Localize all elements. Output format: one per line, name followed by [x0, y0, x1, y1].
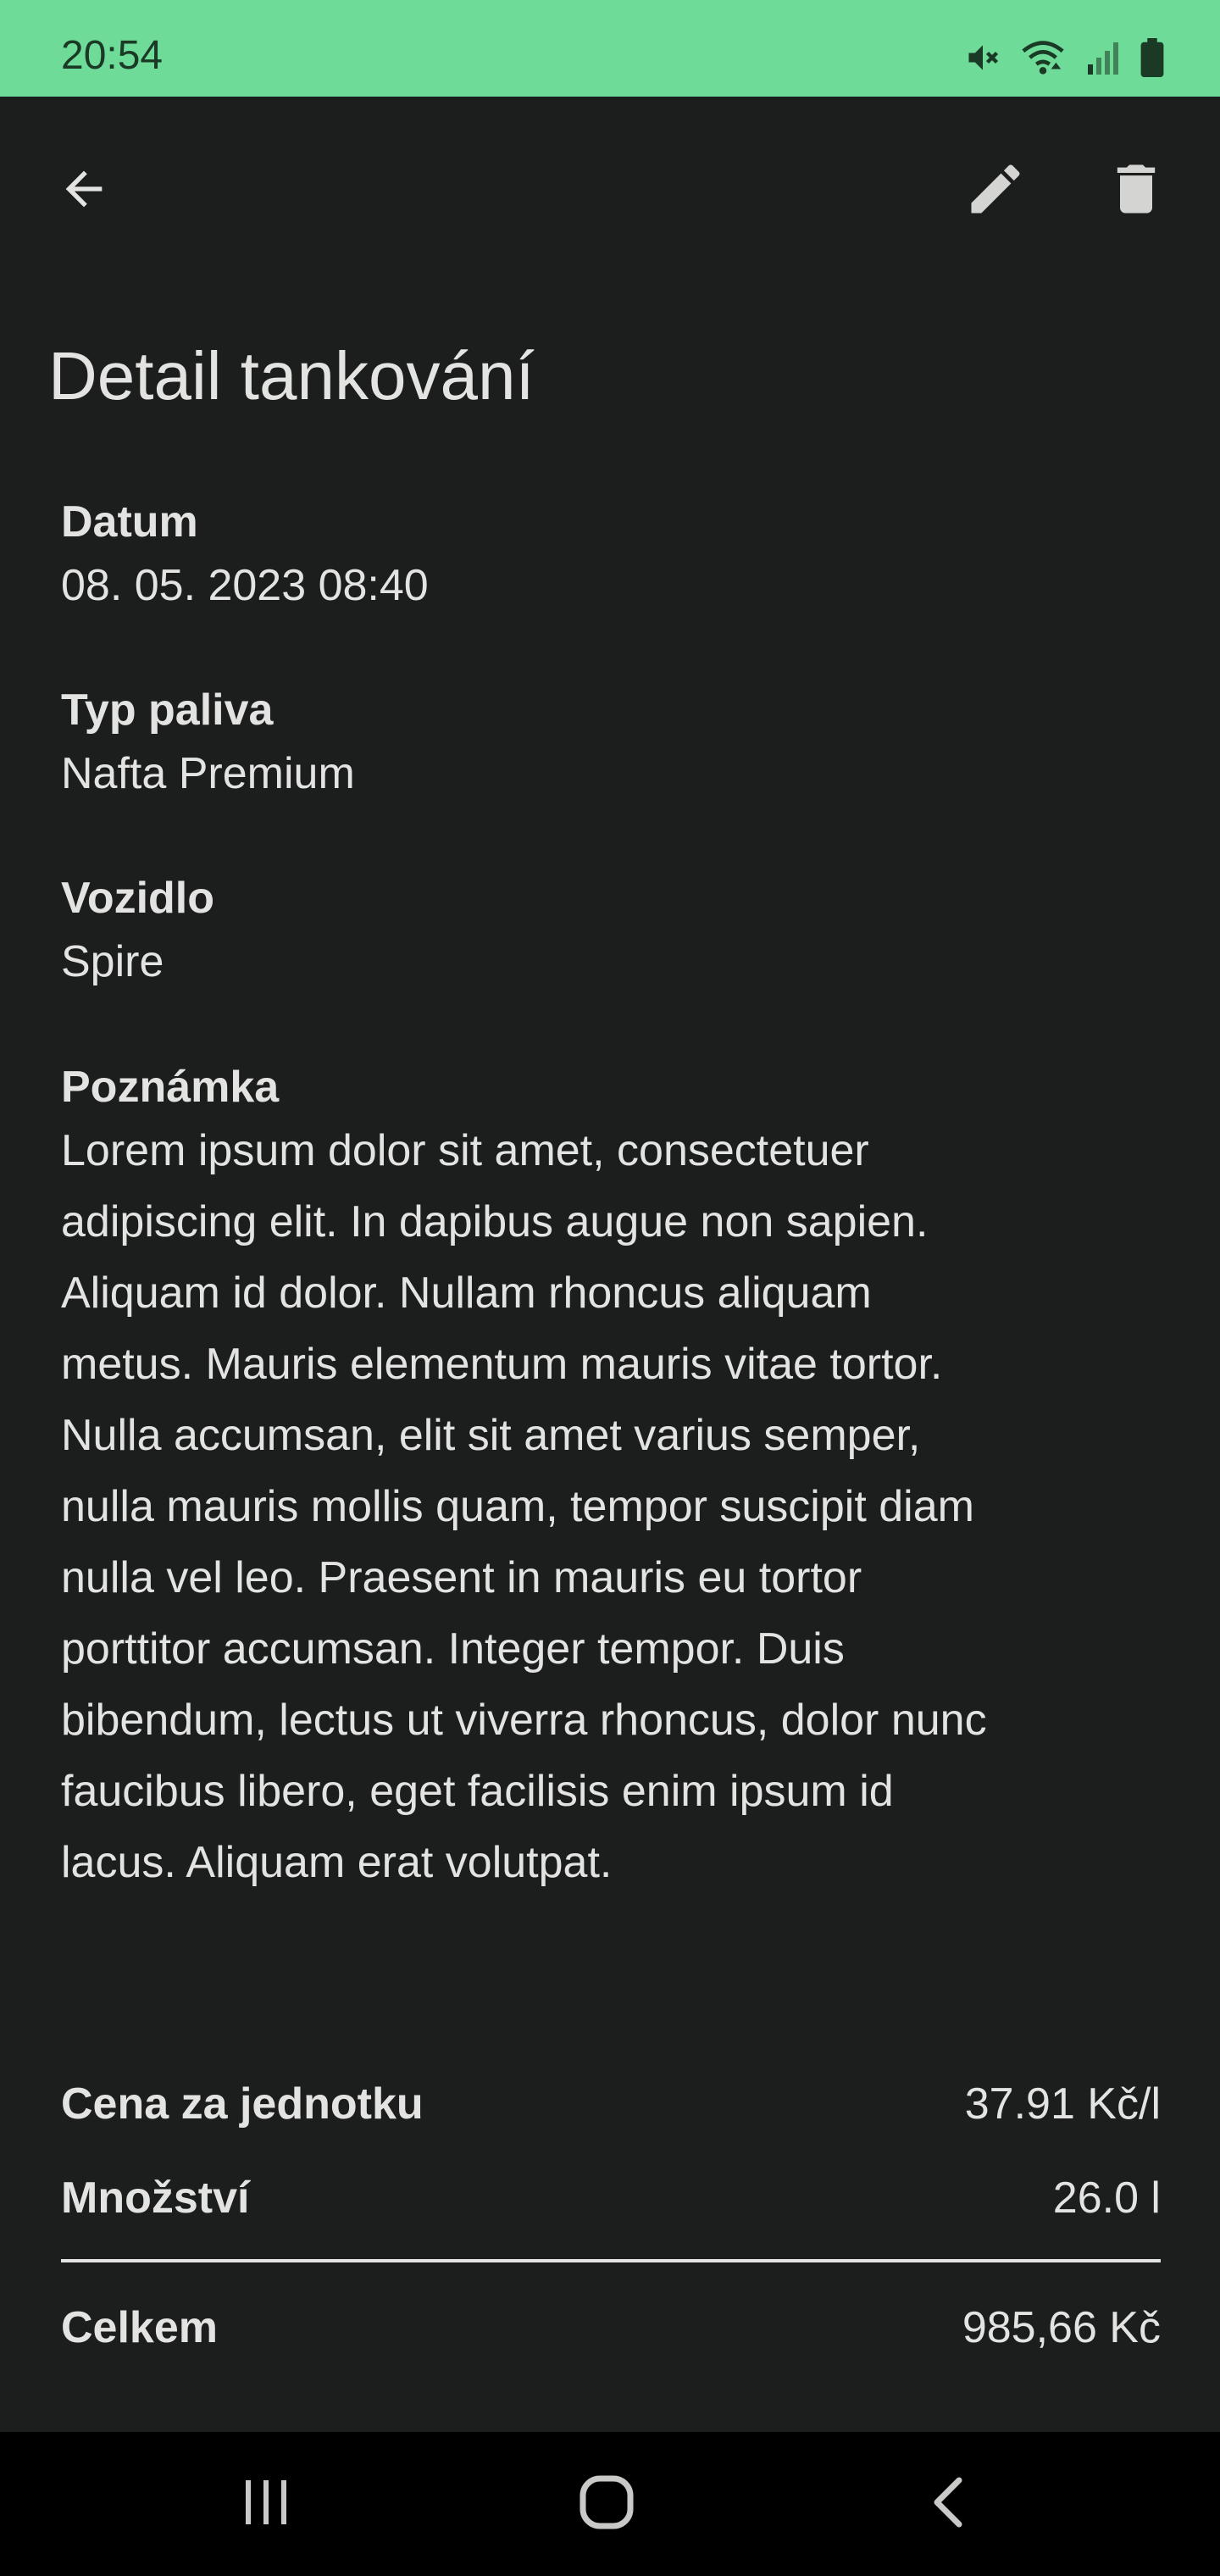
home-button[interactable]	[539, 2457, 674, 2551]
back-button[interactable]	[37, 144, 130, 237]
unit-price-value: 37.91 Kč/l	[964, 2079, 1161, 2129]
summary-divider	[61, 2259, 1161, 2262]
note-line: Aliquam id dolor. Nullam rhoncus aliquam	[61, 1269, 872, 1318]
vehicle-field: Vozidlo Spire	[61, 870, 1162, 997]
note-text: Lorem ipsum dolor sit amet, consectetuer…	[61, 1115, 1162, 1898]
delete-button[interactable]	[1090, 144, 1183, 237]
note-line: porttitor accumsan. Integer tempor. Duis	[61, 1624, 845, 1674]
back-icon	[929, 2475, 966, 2534]
home-icon	[579, 2474, 635, 2534]
status-bar: 20:54	[0, 0, 1220, 97]
wifi-icon	[1020, 39, 1066, 76]
note-line: Nulla accumsan, elit sit amet varius sem…	[61, 1411, 921, 1460]
note-line: lacus. Aliquam erat volutpat.	[61, 1838, 613, 1887]
fuel-type-value: Nafta Premium	[61, 749, 355, 798]
battery-icon	[1140, 38, 1164, 77]
note-line: nulla mauris mollis quam, tempor suscipi…	[61, 1482, 974, 1531]
quantity-label: Množství	[61, 2174, 250, 2223]
date-label: Datum	[61, 497, 198, 547]
date-field: Datum 08. 05. 2023 08:40	[61, 494, 1162, 621]
note-label: Poznámka	[61, 1063, 280, 1112]
unit-price-row: Cena za jednotku 37.91 Kč/l	[61, 2074, 1161, 2134]
edit-icon	[963, 157, 1028, 225]
recent-apps-button[interactable]	[198, 2457, 334, 2551]
note-line: faucibus libero, eget facilisis enim ips…	[61, 1767, 894, 1816]
signal-icon	[1084, 39, 1122, 76]
total-label: Celkem	[61, 2303, 218, 2352]
quantity-value: 26.0 l	[1052, 2174, 1161, 2223]
edit-button[interactable]	[949, 144, 1042, 237]
date-value: 08. 05. 2023 08:40	[61, 561, 429, 610]
note-line: metus. Mauris elementum mauris vitae tor…	[61, 1340, 943, 1389]
arrow-back-icon	[57, 162, 111, 220]
fuel-type-field: Typ paliva Nafta Premium	[61, 682, 1162, 809]
note-line: Lorem ipsum dolor sit amet, consectetuer	[61, 1126, 869, 1175]
note-field: Poznámka Lorem ipsum dolor sit amet, con…	[61, 1059, 1162, 1898]
system-back-button[interactable]	[879, 2457, 1015, 2551]
vehicle-label: Vozidlo	[61, 874, 215, 923]
page-title: Detail tankování	[48, 337, 535, 414]
mute-icon	[964, 39, 1001, 76]
fuel-type-label: Typ paliva	[61, 686, 274, 735]
vehicle-value: Spire	[61, 937, 164, 986]
note-line: bibendum, lectus ut viverra rhoncus, dol…	[61, 1696, 987, 1745]
note-line: nulla vel leo. Praesent in mauris eu tor…	[61, 1553, 862, 1602]
quantity-row: Množství 26.0 l	[61, 2168, 1161, 2228]
total-value: 985,66 Kč	[962, 2303, 1161, 2352]
status-time: 20:54	[61, 33, 164, 78]
delete-icon	[1104, 157, 1168, 225]
recent-apps-icon	[239, 2477, 293, 2532]
note-line: adipiscing elit. In dapibus augue non sa…	[61, 1197, 929, 1246]
unit-price-label: Cena za jednotku	[61, 2079, 424, 2129]
status-icons	[964, 34, 1164, 81]
total-row: Celkem 985,66 Kč	[61, 2298, 1161, 2357]
